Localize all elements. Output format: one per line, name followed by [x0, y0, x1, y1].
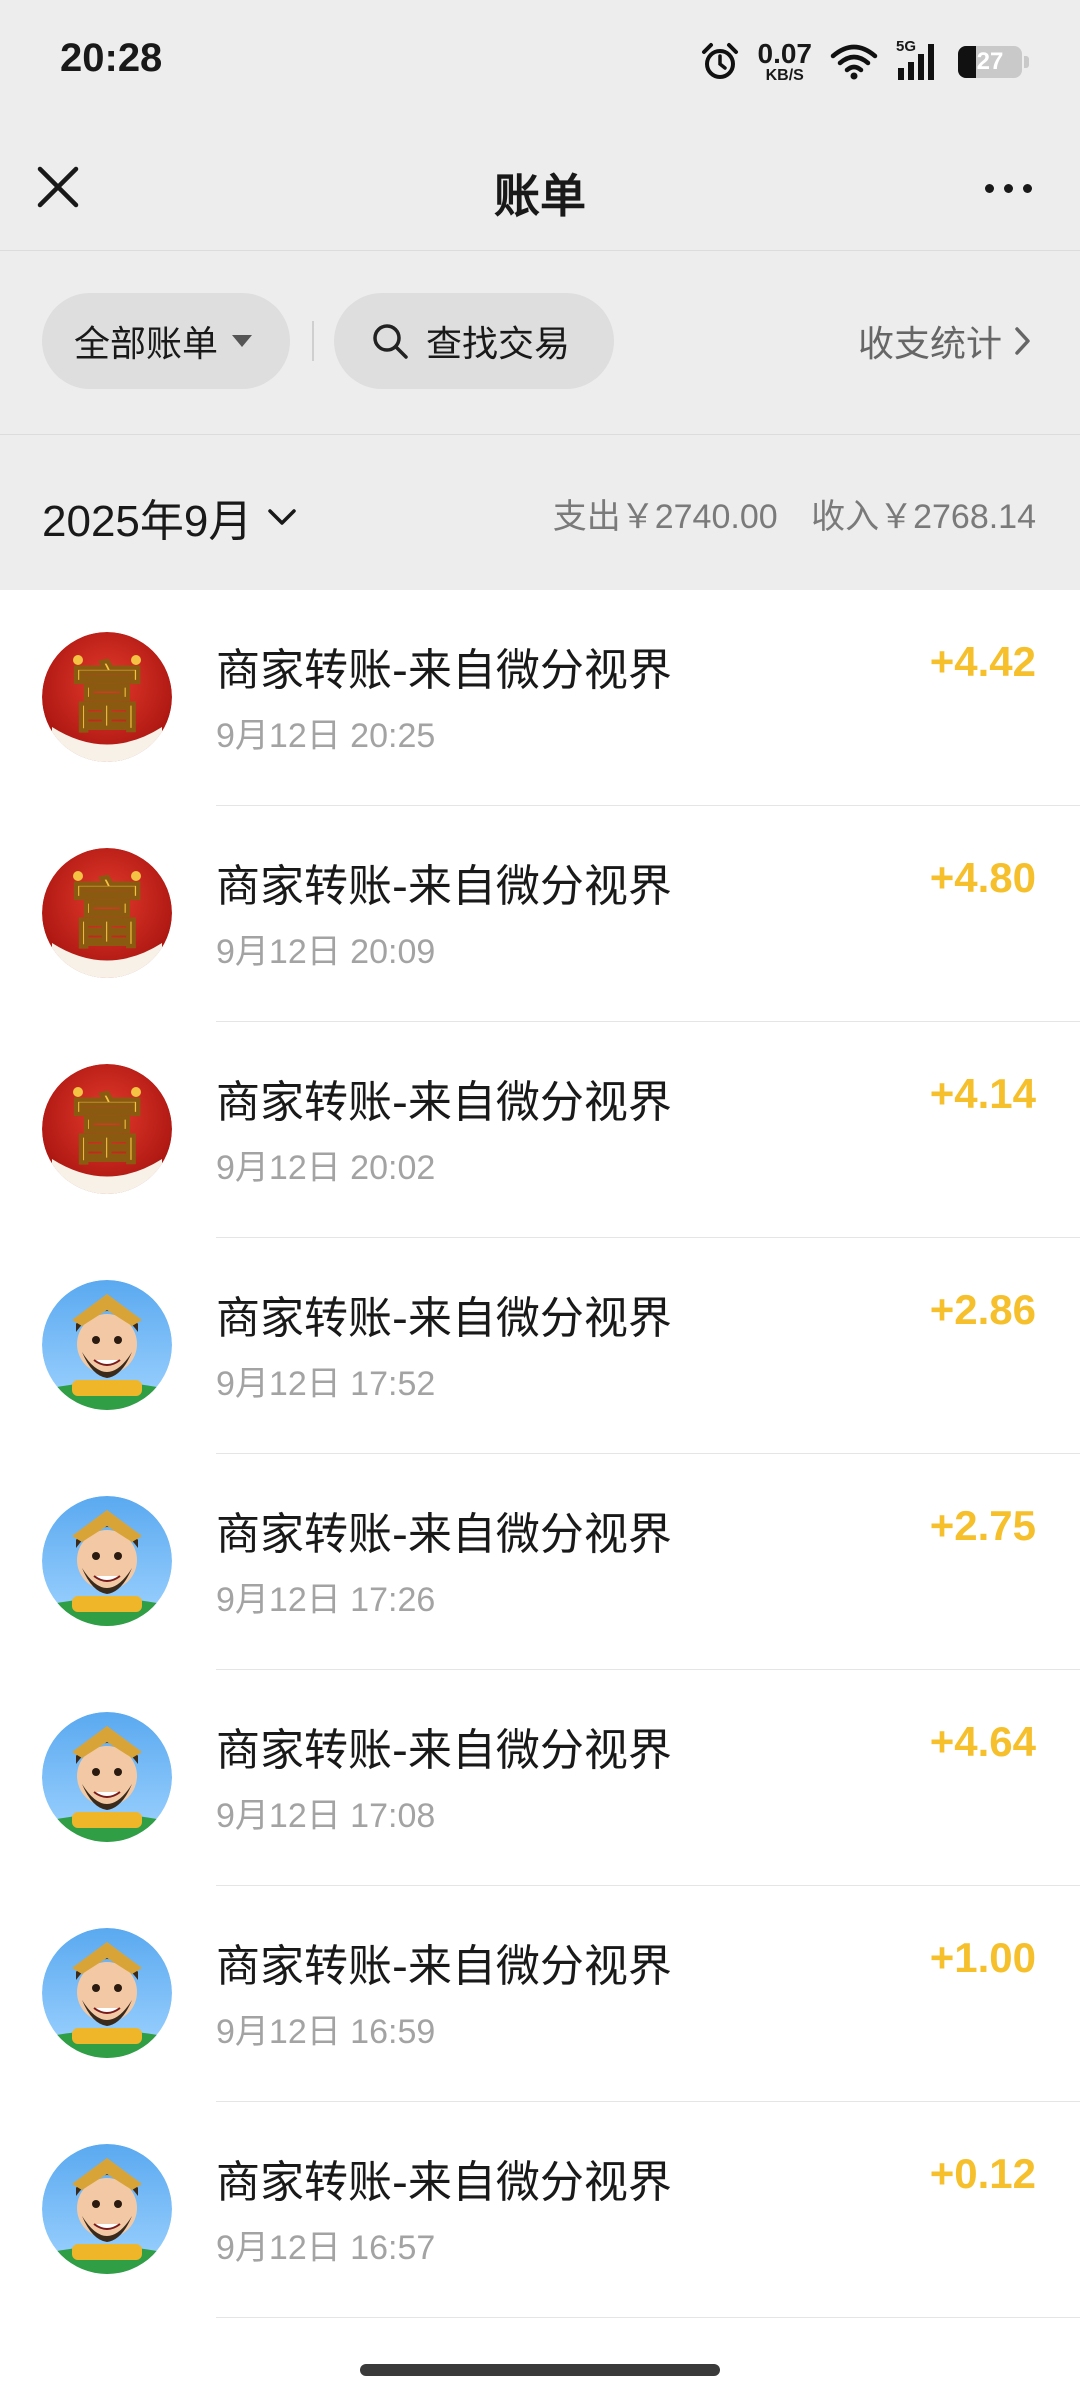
- transaction-row[interactable]: 富 商家转账-来自微分视界 9月12日 20:09 +4.80: [0, 806, 1080, 1022]
- transaction-title: 商家转账-来自微分视界: [216, 861, 672, 912]
- transaction-title: 商家转账-来自微分视界: [216, 1293, 672, 1344]
- search-icon: [373, 324, 408, 359]
- transaction-amount: +4.14: [929, 1070, 1036, 1117]
- fu-avatar: 富: [42, 1064, 172, 1194]
- month-totals: 支出￥2740.00 收入￥2768.14: [553, 489, 1036, 538]
- battery-icon: 27: [958, 46, 1029, 78]
- alarm-icon: [701, 43, 738, 79]
- battery-level: 27: [976, 48, 1004, 75]
- transaction-time: 9月12日 17:52: [216, 1365, 436, 1403]
- wifi-icon: [830, 44, 878, 80]
- transaction-title: 商家转账-来自微分视界: [216, 1941, 672, 1992]
- month-selector[interactable]: 2025年9月: [42, 485, 298, 549]
- transaction-time: 9月12日 20:09: [216, 933, 436, 971]
- home-indicator[interactable]: [360, 2364, 720, 2376]
- transaction-time: 9月12日 16:57: [216, 2229, 436, 2267]
- transaction-amount: +4.64: [929, 1718, 1036, 1765]
- income-expense-stats-link[interactable]: 收支统计: [858, 315, 1032, 367]
- stats-label: 收支统计: [857, 324, 1002, 365]
- transaction-amount: +4.42: [929, 638, 1036, 685]
- signal-icon: 5G: [896, 38, 940, 82]
- transaction-row[interactable]: 商家转账-来自微分视界 9月12日 17:52 +2.86: [0, 1238, 1080, 1454]
- transaction-time: 9月12日 17:26: [216, 1581, 436, 1619]
- more-icon[interactable]: [972, 164, 1044, 212]
- caret-down-icon: [232, 335, 253, 347]
- fu-glyph: 富: [70, 872, 144, 958]
- caishen-avatar: [42, 1712, 172, 1842]
- transaction-title: 商家转账-来自微分视界: [216, 1509, 672, 1560]
- all-bills-filter[interactable]: 全部账单: [42, 293, 290, 389]
- transaction-title: 商家转账-来自微分视界: [216, 2157, 672, 2208]
- month-header: 2025年9月 支出￥2740.00 收入￥2768.14: [0, 435, 1080, 590]
- net-speed-value: 0.07: [757, 38, 813, 69]
- caishen-avatar: [42, 1280, 172, 1410]
- fu-avatar: 富: [42, 632, 172, 762]
- page-title: 账单: [494, 169, 586, 223]
- chevron-down-icon: [268, 509, 297, 525]
- all-bills-label: 全部账单: [74, 324, 219, 365]
- transaction-row[interactable]: 富 商家转账-来自微分视界 9月12日 20:25 +4.42: [0, 590, 1080, 806]
- transaction-row[interactable]: 商家转账-来自微分视界 9月12日 17:26 +2.75: [0, 1454, 1080, 1670]
- transaction-row[interactable]: 商家转账-来自微分视界 9月12日 16:59 +1.00: [0, 1886, 1080, 2102]
- search-label: 查找交易: [426, 324, 571, 365]
- transaction-amount: +0.12: [929, 2150, 1036, 2197]
- fu-avatar: 富: [42, 848, 172, 978]
- net-speed: 0.07 KB/S: [758, 40, 813, 84]
- caishen-avatar: [42, 1496, 172, 1626]
- transaction-time: 9月12日 16:59: [216, 2013, 436, 2051]
- transaction-time: 9月12日 20:25: [216, 717, 436, 755]
- nav-bar: 账单: [0, 124, 1080, 251]
- status-time: 20:28: [60, 36, 163, 80]
- transaction-row[interactable]: 富 商家转账-来自微分视界 9月12日 20:02 +4.14: [0, 1022, 1080, 1238]
- transaction-row[interactable]: 商家转账-来自微分视界 9月12日 17:08 +4.64: [0, 1670, 1080, 1886]
- status-icons: 0.07 KB/S 5G 27: [700, 34, 1029, 90]
- transaction-time: 9月12日 20:02: [216, 1149, 436, 1187]
- search-transactions-button[interactable]: 查找交易: [334, 293, 614, 389]
- transaction-amount: +4.80: [929, 854, 1036, 901]
- transaction-list: 富商家转账-来自微分视界 9月12日 20:25 +4.42 富商家转账-来自微分视界…: [0, 590, 1080, 2400]
- net-speed-unit: KB/S: [765, 67, 804, 84]
- month-label: 2025年9月: [42, 497, 253, 546]
- caishen-avatar: [42, 1928, 172, 2058]
- transaction-time: 9月12日 17:08: [216, 1797, 436, 1835]
- transaction-title: 商家转账-来自微分视界: [216, 1725, 672, 1776]
- transaction-amount: +2.86: [929, 1286, 1036, 1333]
- income-total: 收入￥2768.14: [811, 498, 1036, 536]
- transaction-title: 商家转账-来自微分视界: [216, 1077, 672, 1128]
- transaction-amount: +2.75: [929, 1502, 1036, 1549]
- fu-glyph: 富: [70, 1088, 144, 1174]
- filter-bar: 全部账单 查找交易 收支统计: [0, 251, 1080, 435]
- status-bar: 20:28 0.07 KB/S 5G 27: [0, 0, 1080, 124]
- transaction-title: 商家转账-来自微分视界: [216, 645, 672, 696]
- filter-divider: [312, 321, 314, 361]
- fu-glyph: 富: [70, 656, 144, 742]
- transaction-amount: +1.00: [929, 1934, 1036, 1981]
- expense-total: 支出￥2740.00: [552, 498, 778, 536]
- transaction-row[interactable]: 商家转账-来自微分视界 9月12日 16:57 +0.12: [0, 2102, 1080, 2318]
- chevron-right-icon: [1015, 327, 1030, 355]
- row-divider: [216, 2317, 1080, 2318]
- caishen-avatar: [42, 2144, 172, 2274]
